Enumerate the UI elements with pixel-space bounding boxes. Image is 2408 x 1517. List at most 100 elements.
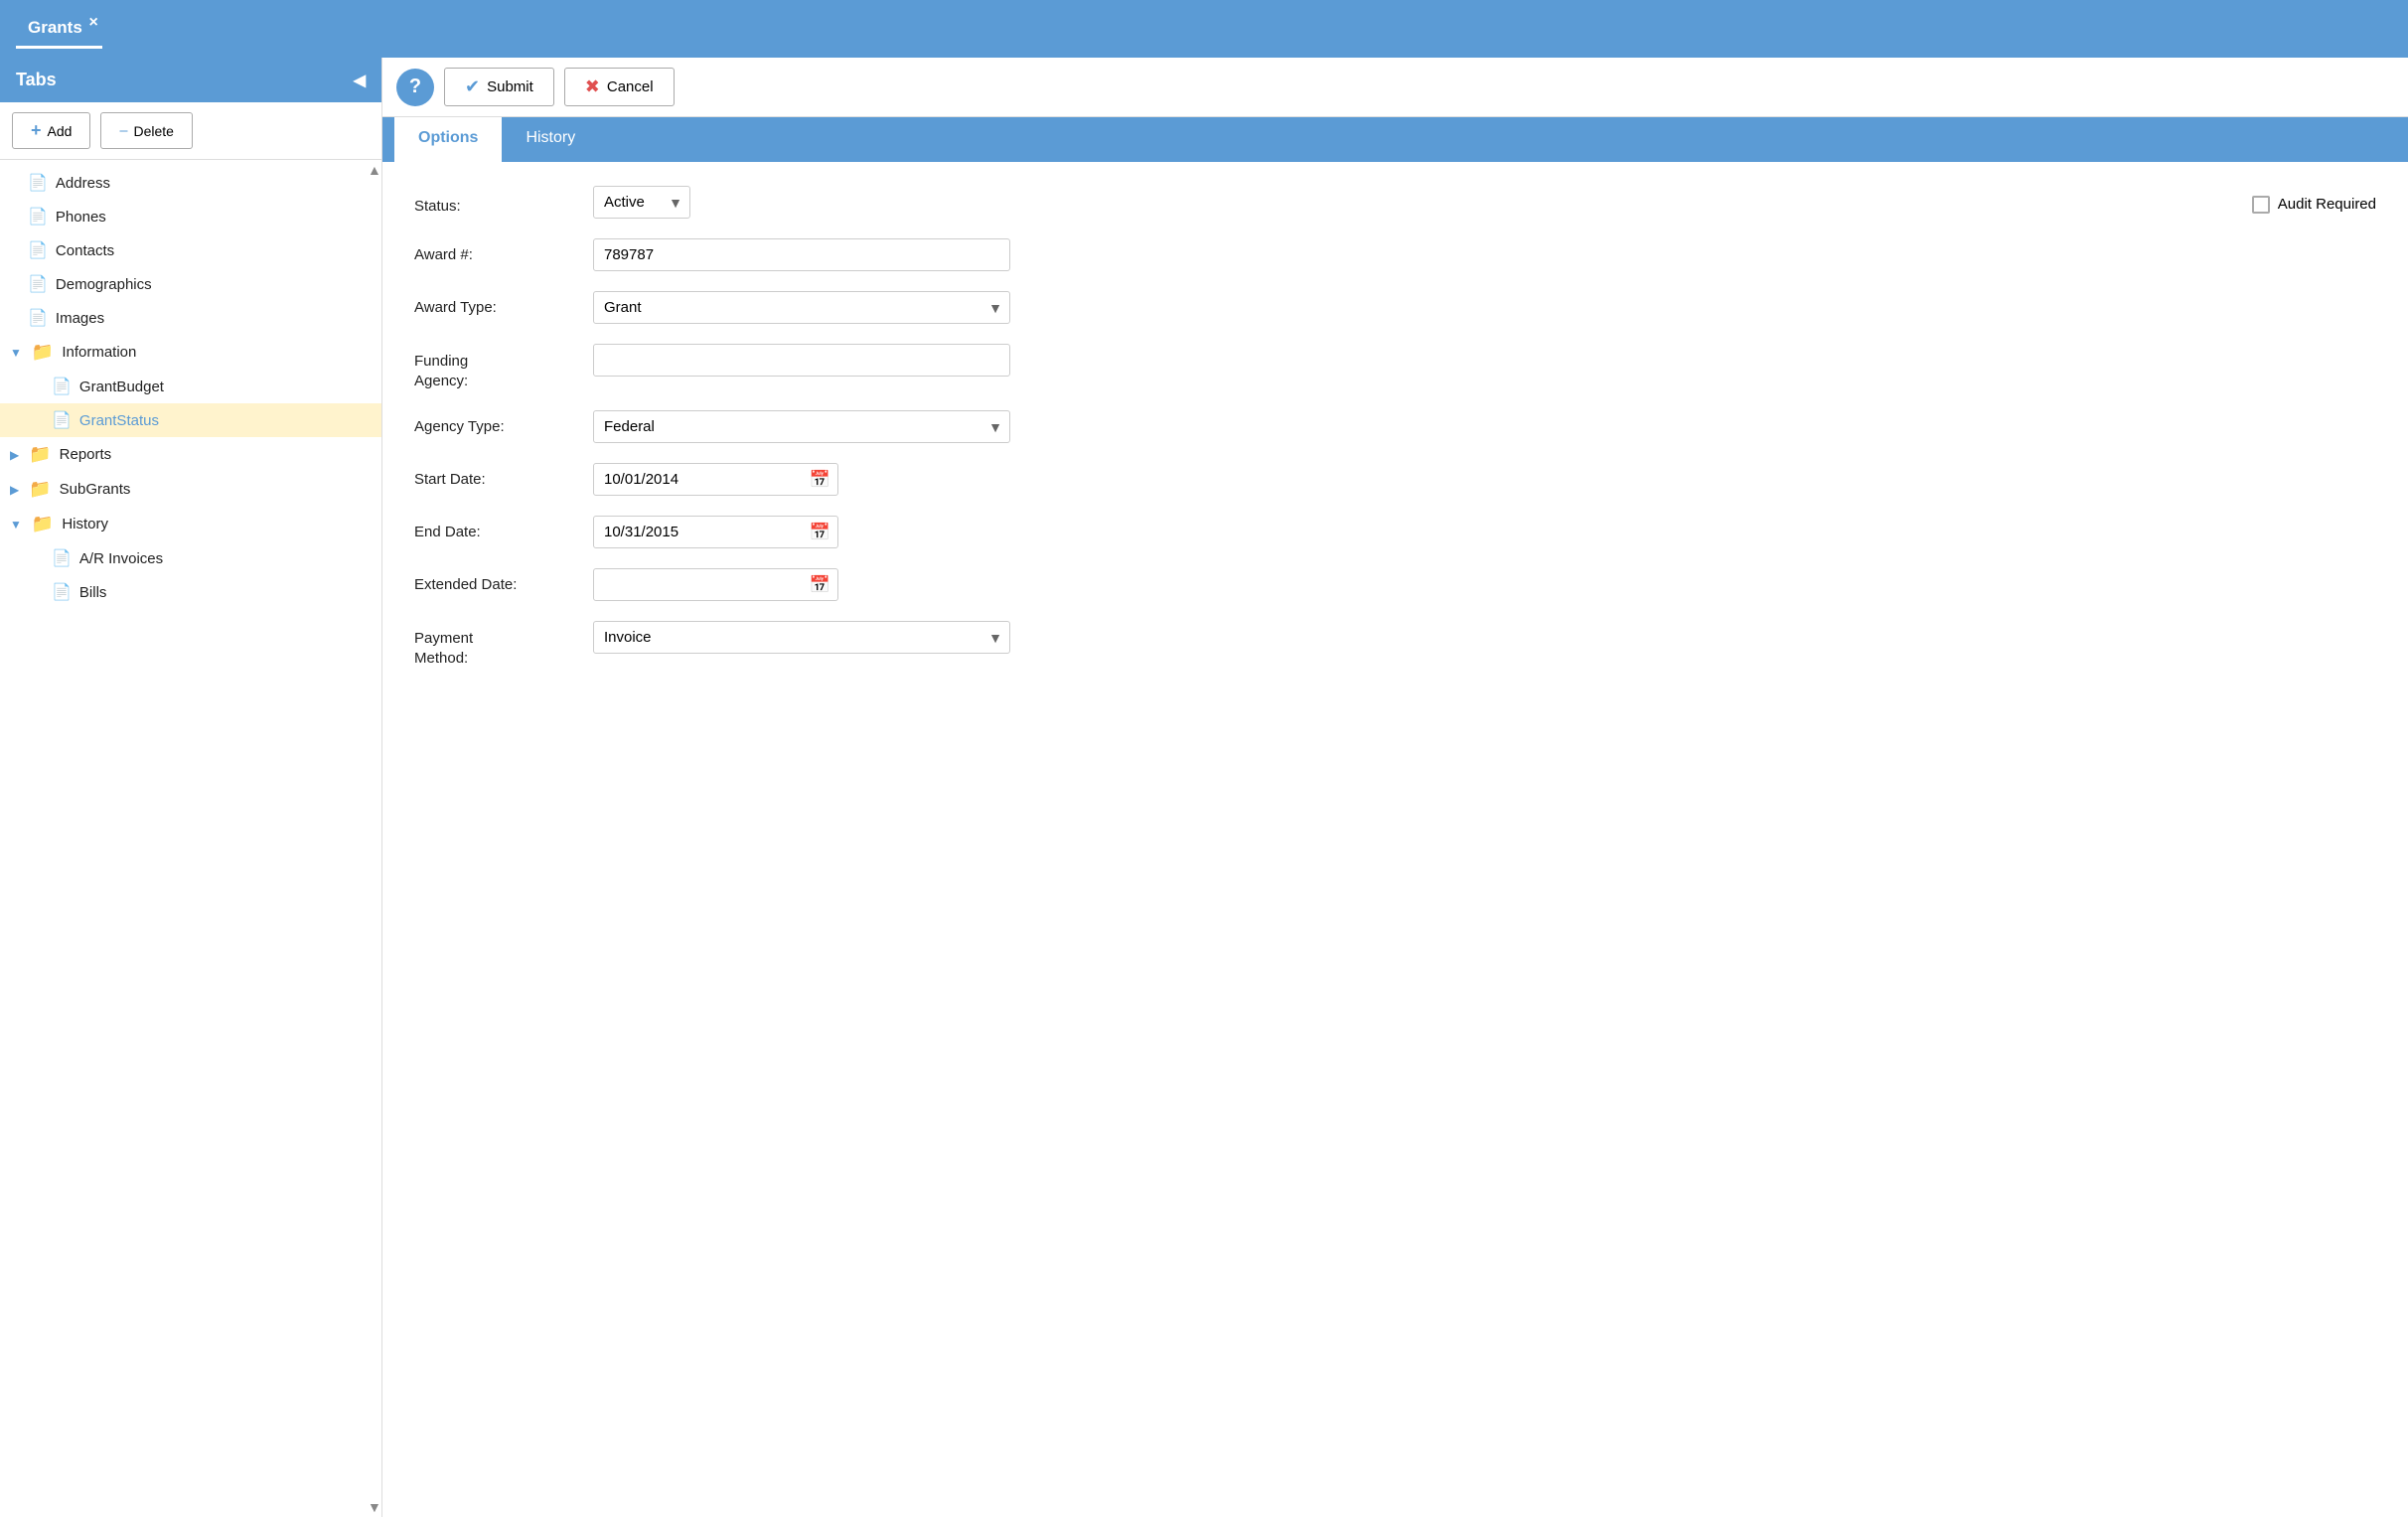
grants-tab[interactable]: Grants ×	[16, 10, 102, 49]
collapse-icon[interactable]: ▼	[10, 346, 22, 360]
agency-type-label: Agency Type:	[414, 410, 593, 435]
start-date-wrap: 📅	[593, 463, 838, 496]
sidebar-item-label: Contacts	[56, 242, 114, 259]
expand-icon[interactable]: ▶	[10, 448, 19, 462]
sidebar-item-demographics[interactable]: 📄 Demographics	[0, 267, 381, 301]
funding-agency-input[interactable]	[593, 344, 1010, 377]
submit-label: Submit	[487, 78, 533, 95]
folder-closed-icon: 📁	[29, 479, 51, 500]
sidebar-item-ar-invoices[interactable]: 📄 A/R Invoices	[0, 541, 381, 575]
sidebar-item-images[interactable]: 📄 Images	[0, 301, 381, 335]
tabs-row: Options History	[382, 117, 2408, 162]
scroll-down-arrow[interactable]: ▼	[366, 1497, 381, 1517]
sidebar-item-subgrants[interactable]: ▶ 📁 SubGrants	[0, 472, 381, 507]
start-date-input[interactable]	[593, 463, 838, 496]
file-icon: 📄	[28, 173, 48, 193]
sidebar-item-label: SubGrants	[60, 481, 131, 498]
award-num-row: Award #:	[414, 238, 2376, 271]
sidebar-tree: ▲ 📄 Address 📄 Phones 📄 Contacts 📄 Demogr…	[0, 160, 381, 1517]
sidebar-item-label: Images	[56, 310, 104, 327]
status-label: Status:	[414, 190, 593, 215]
grants-tab-label: Grants	[28, 18, 82, 38]
extended-date-label: Extended Date:	[414, 568, 593, 593]
add-icon: +	[31, 120, 42, 141]
sidebar-item-history[interactable]: ▼ 📁 History	[0, 507, 381, 541]
sidebar-item-grantbudget[interactable]: 📄 GrantBudget	[0, 370, 381, 403]
add-button[interactable]: + Add	[12, 112, 90, 149]
extended-date-input[interactable]	[593, 568, 838, 601]
sidebar-item-label: A/R Invoices	[79, 550, 163, 567]
cancel-button[interactable]: ✖ Cancel	[564, 68, 675, 106]
end-date-wrap: 📅	[593, 516, 838, 548]
sidebar-item-label: GrantBudget	[79, 379, 164, 395]
sidebar-item-reports[interactable]: ▶ 📁 Reports	[0, 437, 381, 472]
toolbar-row: ? ✔ Submit ✖ Cancel	[382, 58, 2408, 117]
sidebar-item-address[interactable]: 📄 Address	[0, 166, 381, 200]
sidebar-item-label: Information	[62, 344, 136, 361]
audit-required-label: Audit Required	[2278, 196, 2376, 213]
close-tab-icon[interactable]: ×	[88, 14, 97, 32]
extended-date-row: Extended Date: 📅	[414, 568, 2376, 601]
help-label: ?	[409, 76, 421, 98]
tab-history-label: History	[526, 129, 575, 146]
payment-method-select[interactable]: Invoice Advance Reimbursement	[593, 621, 1010, 654]
file-icon: 📄	[28, 274, 48, 294]
award-type-select-wrap: Grant Contract Cooperative Agreement ▼	[593, 291, 1010, 324]
file-icon: 📄	[52, 548, 72, 568]
agency-type-select-wrap: Federal State Local Private ▼	[593, 410, 1010, 443]
payment-method-label: PaymentMethod:	[414, 621, 593, 668]
sidebar-item-label: Address	[56, 175, 110, 192]
sidebar-item-label: GrantStatus	[79, 412, 159, 429]
sidebar-item-grantstatus[interactable]: 📄 GrantStatus	[0, 403, 381, 437]
status-select[interactable]: Active Inactive Pending Closed	[593, 186, 690, 219]
end-date-row: End Date: 📅	[414, 516, 2376, 548]
start-date-row: Start Date: 📅	[414, 463, 2376, 496]
file-icon: 📄	[52, 582, 72, 602]
collapse-icon[interactable]: ▼	[10, 518, 22, 531]
award-num-control	[593, 238, 1010, 271]
audit-required-row: Audit Required	[2252, 192, 2376, 214]
award-type-select[interactable]: Grant Contract Cooperative Agreement	[593, 291, 1010, 324]
expand-icon[interactable]: ▶	[10, 483, 19, 497]
sidebar-item-phones[interactable]: 📄 Phones	[0, 200, 381, 233]
agency-type-select[interactable]: Federal State Local Private	[593, 410, 1010, 443]
sidebar-item-bills[interactable]: 📄 Bills	[0, 575, 381, 609]
sidebar-item-information[interactable]: ▼ 📁 Information	[0, 335, 381, 370]
right-panel: ? ✔ Submit ✖ Cancel Options History	[382, 58, 2408, 1517]
tab-options-label: Options	[418, 129, 478, 146]
tab-options[interactable]: Options	[394, 117, 502, 162]
award-num-input[interactable]	[593, 238, 1010, 271]
funding-agency-control	[593, 344, 1010, 377]
sidebar: Tabs ◀ + Add ⎯ Delete ▲ 📄 Address	[0, 58, 382, 1517]
folder-open-icon: 📁	[32, 514, 54, 534]
sidebar-toolbar: + Add ⎯ Delete	[0, 102, 381, 160]
sidebar-header: Tabs ◀	[0, 58, 381, 102]
payment-method-select-wrap: Invoice Advance Reimbursement ▼	[593, 621, 1010, 654]
delete-button[interactable]: ⎯ Delete	[100, 112, 192, 149]
file-icon: 📄	[52, 410, 72, 430]
delete-icon: ⎯	[119, 122, 127, 140]
folder-open-icon: 📁	[32, 342, 54, 363]
award-num-label: Award #:	[414, 238, 593, 263]
status-select-wrap: Active Inactive Pending Closed ▼	[593, 186, 690, 219]
collapse-sidebar-icon[interactable]: ◀	[354, 71, 366, 90]
sidebar-item-label: History	[62, 516, 108, 532]
start-date-label: Start Date:	[414, 463, 593, 488]
sidebar-item-label: Demographics	[56, 276, 152, 293]
scroll-up-arrow[interactable]: ▲	[366, 160, 381, 180]
agency-type-row: Agency Type: Federal State Local Private…	[414, 410, 2376, 443]
end-date-input[interactable]	[593, 516, 838, 548]
sidebar-item-contacts[interactable]: 📄 Contacts	[0, 233, 381, 267]
x-icon: ✖	[585, 76, 600, 97]
file-icon: 📄	[28, 308, 48, 328]
award-type-row: Award Type: Grant Contract Cooperative A…	[414, 291, 2376, 324]
help-button[interactable]: ?	[396, 69, 434, 106]
extended-date-wrap: 📅	[593, 568, 838, 601]
folder-closed-icon: 📁	[29, 444, 51, 465]
sidebar-title: Tabs	[16, 70, 57, 90]
submit-button[interactable]: ✔ Submit	[444, 68, 554, 106]
audit-required-checkbox[interactable]	[2252, 196, 2270, 214]
tab-history[interactable]: History	[502, 117, 599, 162]
sidebar-item-label: Phones	[56, 209, 106, 226]
end-date-label: End Date:	[414, 516, 593, 540]
